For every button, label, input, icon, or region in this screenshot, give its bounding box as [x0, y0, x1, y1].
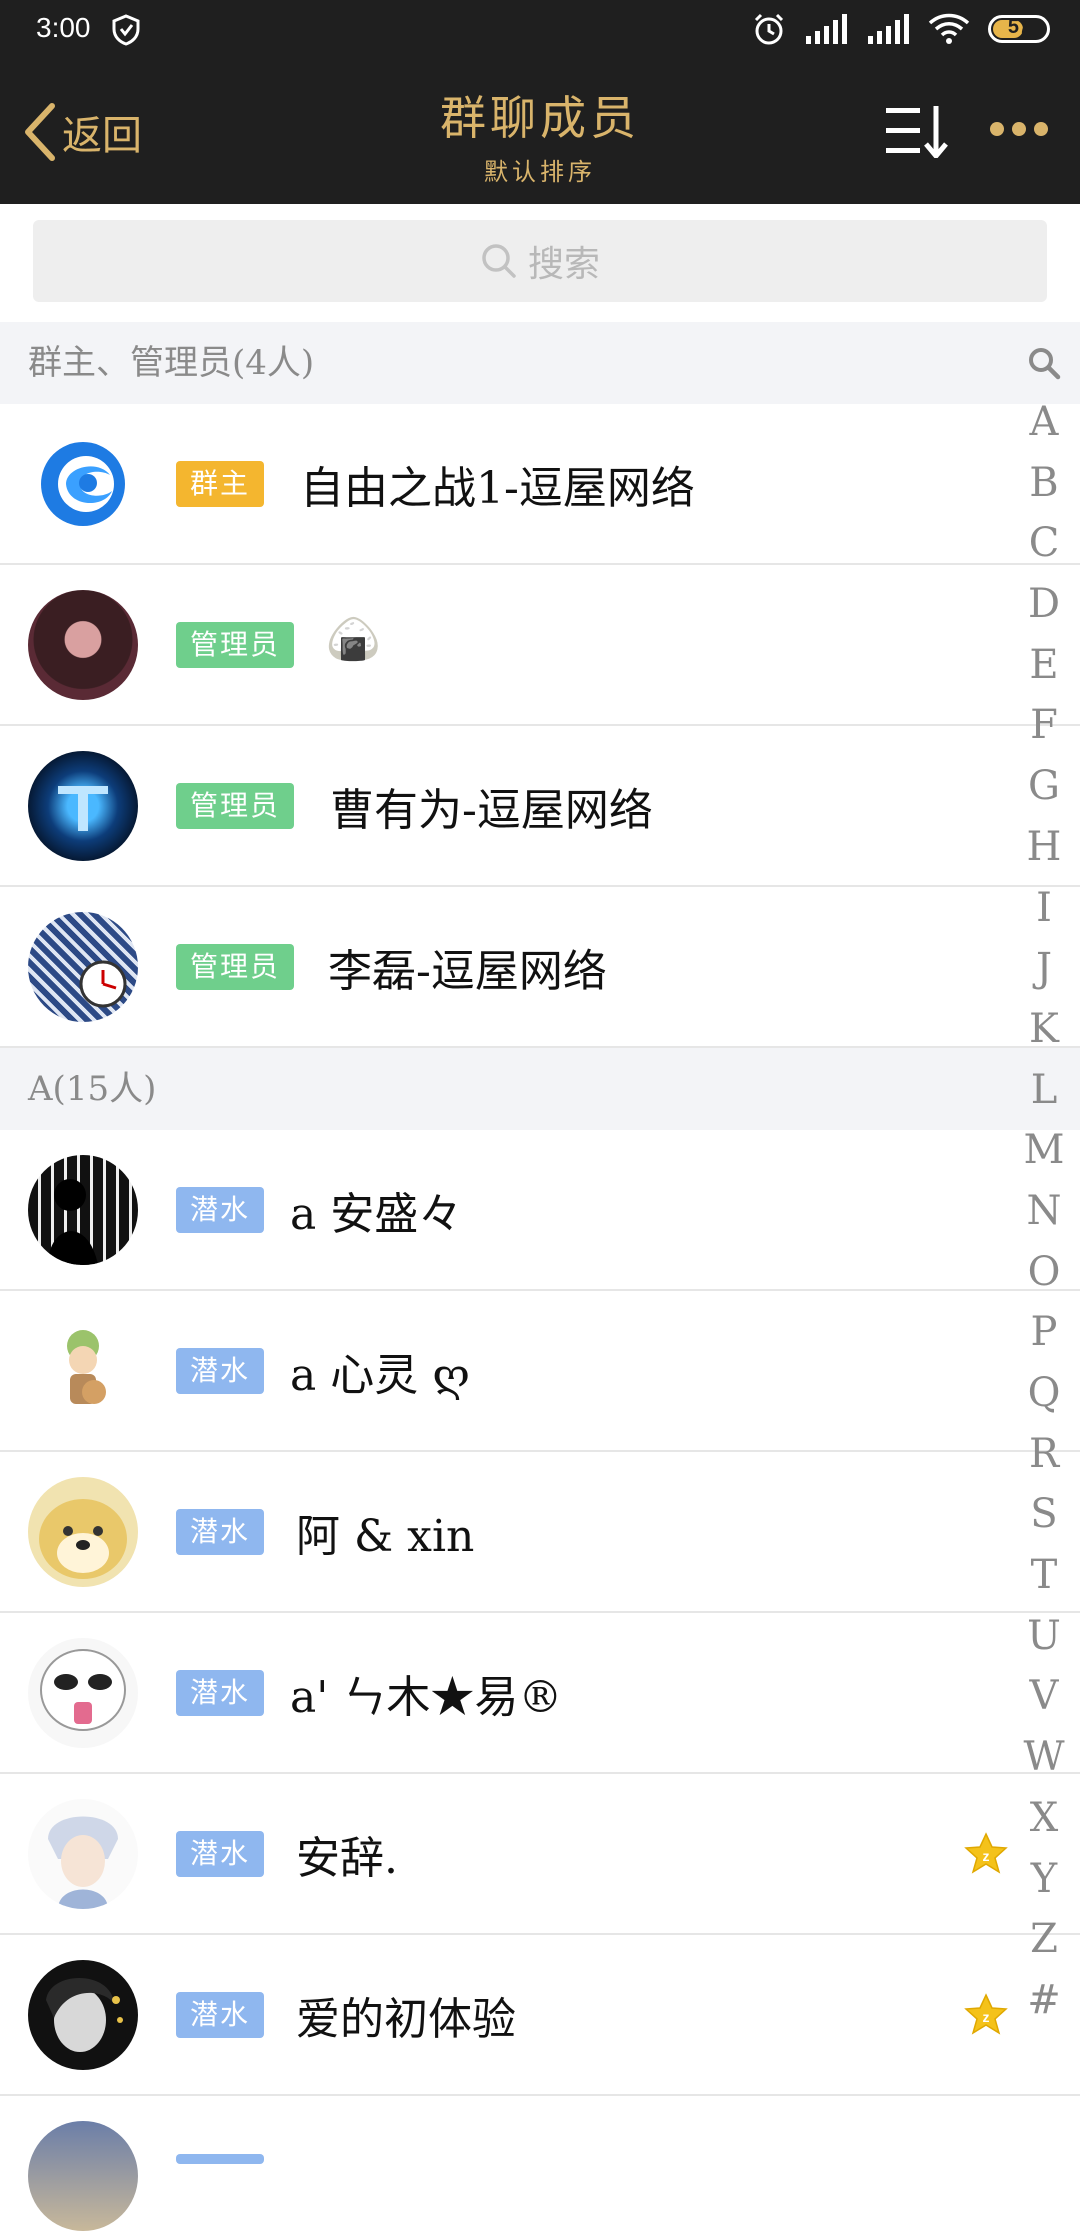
- search-placeholder: 搜索: [527, 244, 600, 285]
- status-time: 3:00: [36, 12, 91, 43]
- avatar: [28, 1799, 138, 1909]
- header: 返回 群聊成员 默认排序: [0, 62, 1080, 204]
- member-name: a' ㄣ木★易®: [290, 1672, 563, 1723]
- signal-icon-2: [868, 14, 909, 44]
- status-icons: 57: [752, 12, 1050, 46]
- status-bar: 3:00 57: [0, 0, 1080, 62]
- diver-badge: 潜水: [176, 1509, 265, 1555]
- list-item[interactable]: 潜水 a 安盛々: [0, 1130, 1080, 1291]
- index-letter-y[interactable]: Y: [1022, 1849, 1066, 1910]
- avatar: [28, 1316, 138, 1426]
- avatar: [28, 912, 138, 1022]
- index-letter-hash[interactable]: #: [1022, 1970, 1066, 2031]
- index-letter-i[interactable]: I: [1022, 878, 1066, 939]
- list-item[interactable]: 管理员 🍙: [0, 565, 1080, 726]
- star-badge-icon: z: [964, 1993, 1008, 2035]
- index-letter-r[interactable]: R: [1022, 1424, 1066, 1485]
- member-name: a 安盛々: [290, 1189, 463, 1240]
- index-letter-p[interactable]: P: [1022, 1302, 1066, 1363]
- member-name: 自由之战1-逗屋网络: [300, 463, 695, 514]
- member-name: 曹有为-逗屋网络: [330, 785, 653, 836]
- index-letter-k[interactable]: K: [1022, 999, 1066, 1060]
- member-name: 🍙: [326, 614, 381, 665]
- member-name: 李磊-逗屋网络: [328, 946, 607, 997]
- section-header-admins: 群主、管理员(4人): [0, 322, 1080, 404]
- battery-level: 57: [1007, 16, 1031, 38]
- search-input[interactable]: 搜索: [33, 220, 1047, 302]
- index-letter-v[interactable]: V: [1022, 1666, 1066, 1727]
- diver-badge: [176, 2154, 264, 2164]
- index-letter-f[interactable]: F: [1022, 695, 1066, 756]
- signal-icon: [806, 14, 847, 44]
- owner-badge: 群主: [176, 461, 265, 507]
- list-item[interactable]: 管理员 曹有为-逗屋网络: [0, 726, 1080, 887]
- index-letter-z[interactable]: Z: [1022, 1909, 1066, 1970]
- index-letter-l[interactable]: L: [1022, 1060, 1066, 1121]
- index-letter-s[interactable]: S: [1022, 1484, 1066, 1545]
- section-header-a: A(15人): [0, 1048, 1080, 1130]
- diver-badge: 潜水: [176, 1831, 265, 1877]
- list-item[interactable]: 管理员 李磊-逗屋网络: [0, 887, 1080, 1048]
- search-area: 搜索: [0, 204, 1080, 322]
- index-letter-x[interactable]: X: [1022, 1788, 1066, 1849]
- admin-badge: 管理员: [176, 944, 295, 990]
- diver-badge: 潜水: [176, 1187, 265, 1233]
- index-letter-a[interactable]: A: [1022, 392, 1066, 453]
- avatar: [28, 2121, 138, 2231]
- list-item[interactable]: 潜水 安辞. z: [0, 1774, 1080, 1935]
- member-name: 安辞.: [296, 1833, 398, 1884]
- diver-badge: 潜水: [176, 1992, 265, 2038]
- avatar: [28, 429, 138, 539]
- index-letter-n[interactable]: N: [1022, 1181, 1066, 1242]
- svg-text:z: z: [983, 2009, 990, 2025]
- index-letter-j[interactable]: J: [1022, 938, 1066, 999]
- sort-icon[interactable]: [884, 104, 950, 158]
- list-item[interactable]: 群主 自由之战1-逗屋网络: [0, 404, 1080, 565]
- avatar: [28, 590, 138, 700]
- more-icon[interactable]: [990, 122, 1048, 136]
- list-item[interactable]: [0, 2096, 1080, 2231]
- diver-badge: 潜水: [176, 1348, 265, 1394]
- index-letter-q[interactable]: Q: [1022, 1363, 1066, 1424]
- index-letter-u[interactable]: U: [1022, 1606, 1066, 1667]
- member-name: 爱的初体验: [296, 1994, 516, 2045]
- index-letter-b[interactable]: B: [1022, 453, 1066, 514]
- index-letter-d[interactable]: D: [1022, 574, 1066, 635]
- index-letter-o[interactable]: O: [1022, 1242, 1066, 1303]
- list-item[interactable]: 潜水 a' ㄣ木★易®: [0, 1613, 1080, 1774]
- index-letter-t[interactable]: T: [1022, 1545, 1066, 1606]
- index-letter-m[interactable]: M: [1022, 1120, 1066, 1181]
- member-name: 阿 & xin: [296, 1511, 475, 1562]
- wifi-icon: [928, 13, 970, 44]
- diver-badge: 潜水: [176, 1670, 265, 1716]
- list-item[interactable]: 潜水 阿 & xin: [0, 1452, 1080, 1613]
- list-item[interactable]: 潜水 爱的初体验 z: [0, 1935, 1080, 2096]
- star-badge-icon: z: [964, 1832, 1008, 1874]
- avatar: [28, 1638, 138, 1748]
- member-name: a 心灵 ღ: [290, 1350, 470, 1401]
- index-letter-w[interactable]: W: [1022, 1727, 1066, 1788]
- avatar: [28, 1960, 138, 2070]
- index-letter-h[interactable]: H: [1022, 817, 1066, 878]
- alarm-icon: [754, 13, 784, 45]
- list-item[interactable]: 潜水 a 心灵 ღ: [0, 1291, 1080, 1452]
- battery-icon: 57: [988, 15, 1050, 43]
- avatar: [28, 751, 138, 861]
- avatar: [28, 1155, 138, 1265]
- index-letter-g[interactable]: G: [1022, 756, 1066, 817]
- svg-text:z: z: [983, 1848, 990, 1864]
- search-icon: [482, 244, 516, 278]
- alphabet-index-bar[interactable]: A B C D E F G H I J K L M N O P Q R S T U V W X Y Z #: [1022, 338, 1066, 2031]
- index-search-icon[interactable]: [1022, 334, 1066, 392]
- shield-icon: [112, 14, 140, 46]
- admin-badge: 管理员: [176, 783, 295, 829]
- index-letter-c[interactable]: C: [1022, 513, 1066, 574]
- admin-badge: 管理员: [176, 622, 295, 668]
- index-letter-e[interactable]: E: [1022, 635, 1066, 696]
- avatar: [28, 1477, 138, 1587]
